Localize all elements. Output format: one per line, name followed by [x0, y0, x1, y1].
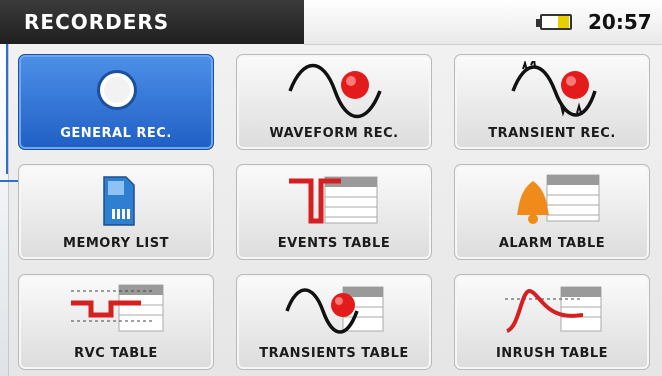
tile-label: GENERAL REC.	[60, 126, 172, 141]
inrush-table-icon	[505, 286, 602, 333]
alarm-bell-table-icon	[517, 174, 600, 224]
tile-label: TRANSIENT REC.	[488, 126, 616, 141]
transient-record-icon	[511, 61, 597, 117]
top-bar: RECORDERS 20:57	[0, 0, 662, 45]
page-title: RECORDERS	[0, 0, 304, 44]
clock: 20:57	[588, 10, 652, 34]
events-table-button[interactable]: EVENTS TABLE	[236, 164, 432, 260]
general-record-icon	[97, 70, 137, 110]
general-rec-button[interactable]: GENERAL REC.	[18, 54, 214, 150]
tile-label: TRANSIENTS TABLE	[259, 346, 409, 361]
memory-list-button[interactable]: MEMORY LIST	[18, 164, 214, 260]
rvc-table-icon	[71, 284, 164, 332]
tile-label: ALARM TABLE	[498, 236, 606, 251]
transients-table-button[interactable]: TRANSIENTS TABLE	[236, 274, 432, 370]
tile-label: EVENTS TABLE	[277, 236, 391, 251]
transient-rec-button[interactable]: TRANSIENT REC.	[454, 54, 650, 150]
waveform-rec-button[interactable]: WAVEFORM REC.	[236, 54, 432, 150]
transients-table-icon	[285, 286, 384, 334]
tile-label: WAVEFORM REC.	[269, 126, 399, 141]
recorders-screen: RECORDERS 20:57 GENERAL REC. WAVEFORM RE…	[0, 0, 662, 376]
battery-icon	[536, 14, 574, 32]
events-table-icon	[289, 176, 378, 224]
tile-label: INRUSH TABLE	[495, 346, 609, 361]
alarm-table-button[interactable]: ALARM TABLE	[454, 164, 650, 260]
tile-label: RVC TABLE	[74, 346, 158, 361]
tile-label: MEMORY LIST	[63, 236, 169, 251]
rvc-table-button[interactable]: RVC TABLE	[18, 274, 214, 370]
memory-card-icon	[103, 176, 135, 226]
status-area: 20:57	[304, 0, 662, 45]
inrush-table-button[interactable]: INRUSH TABLE	[454, 274, 650, 370]
waveform-record-icon	[288, 63, 382, 119]
side-connector-line	[6, 44, 8, 174]
